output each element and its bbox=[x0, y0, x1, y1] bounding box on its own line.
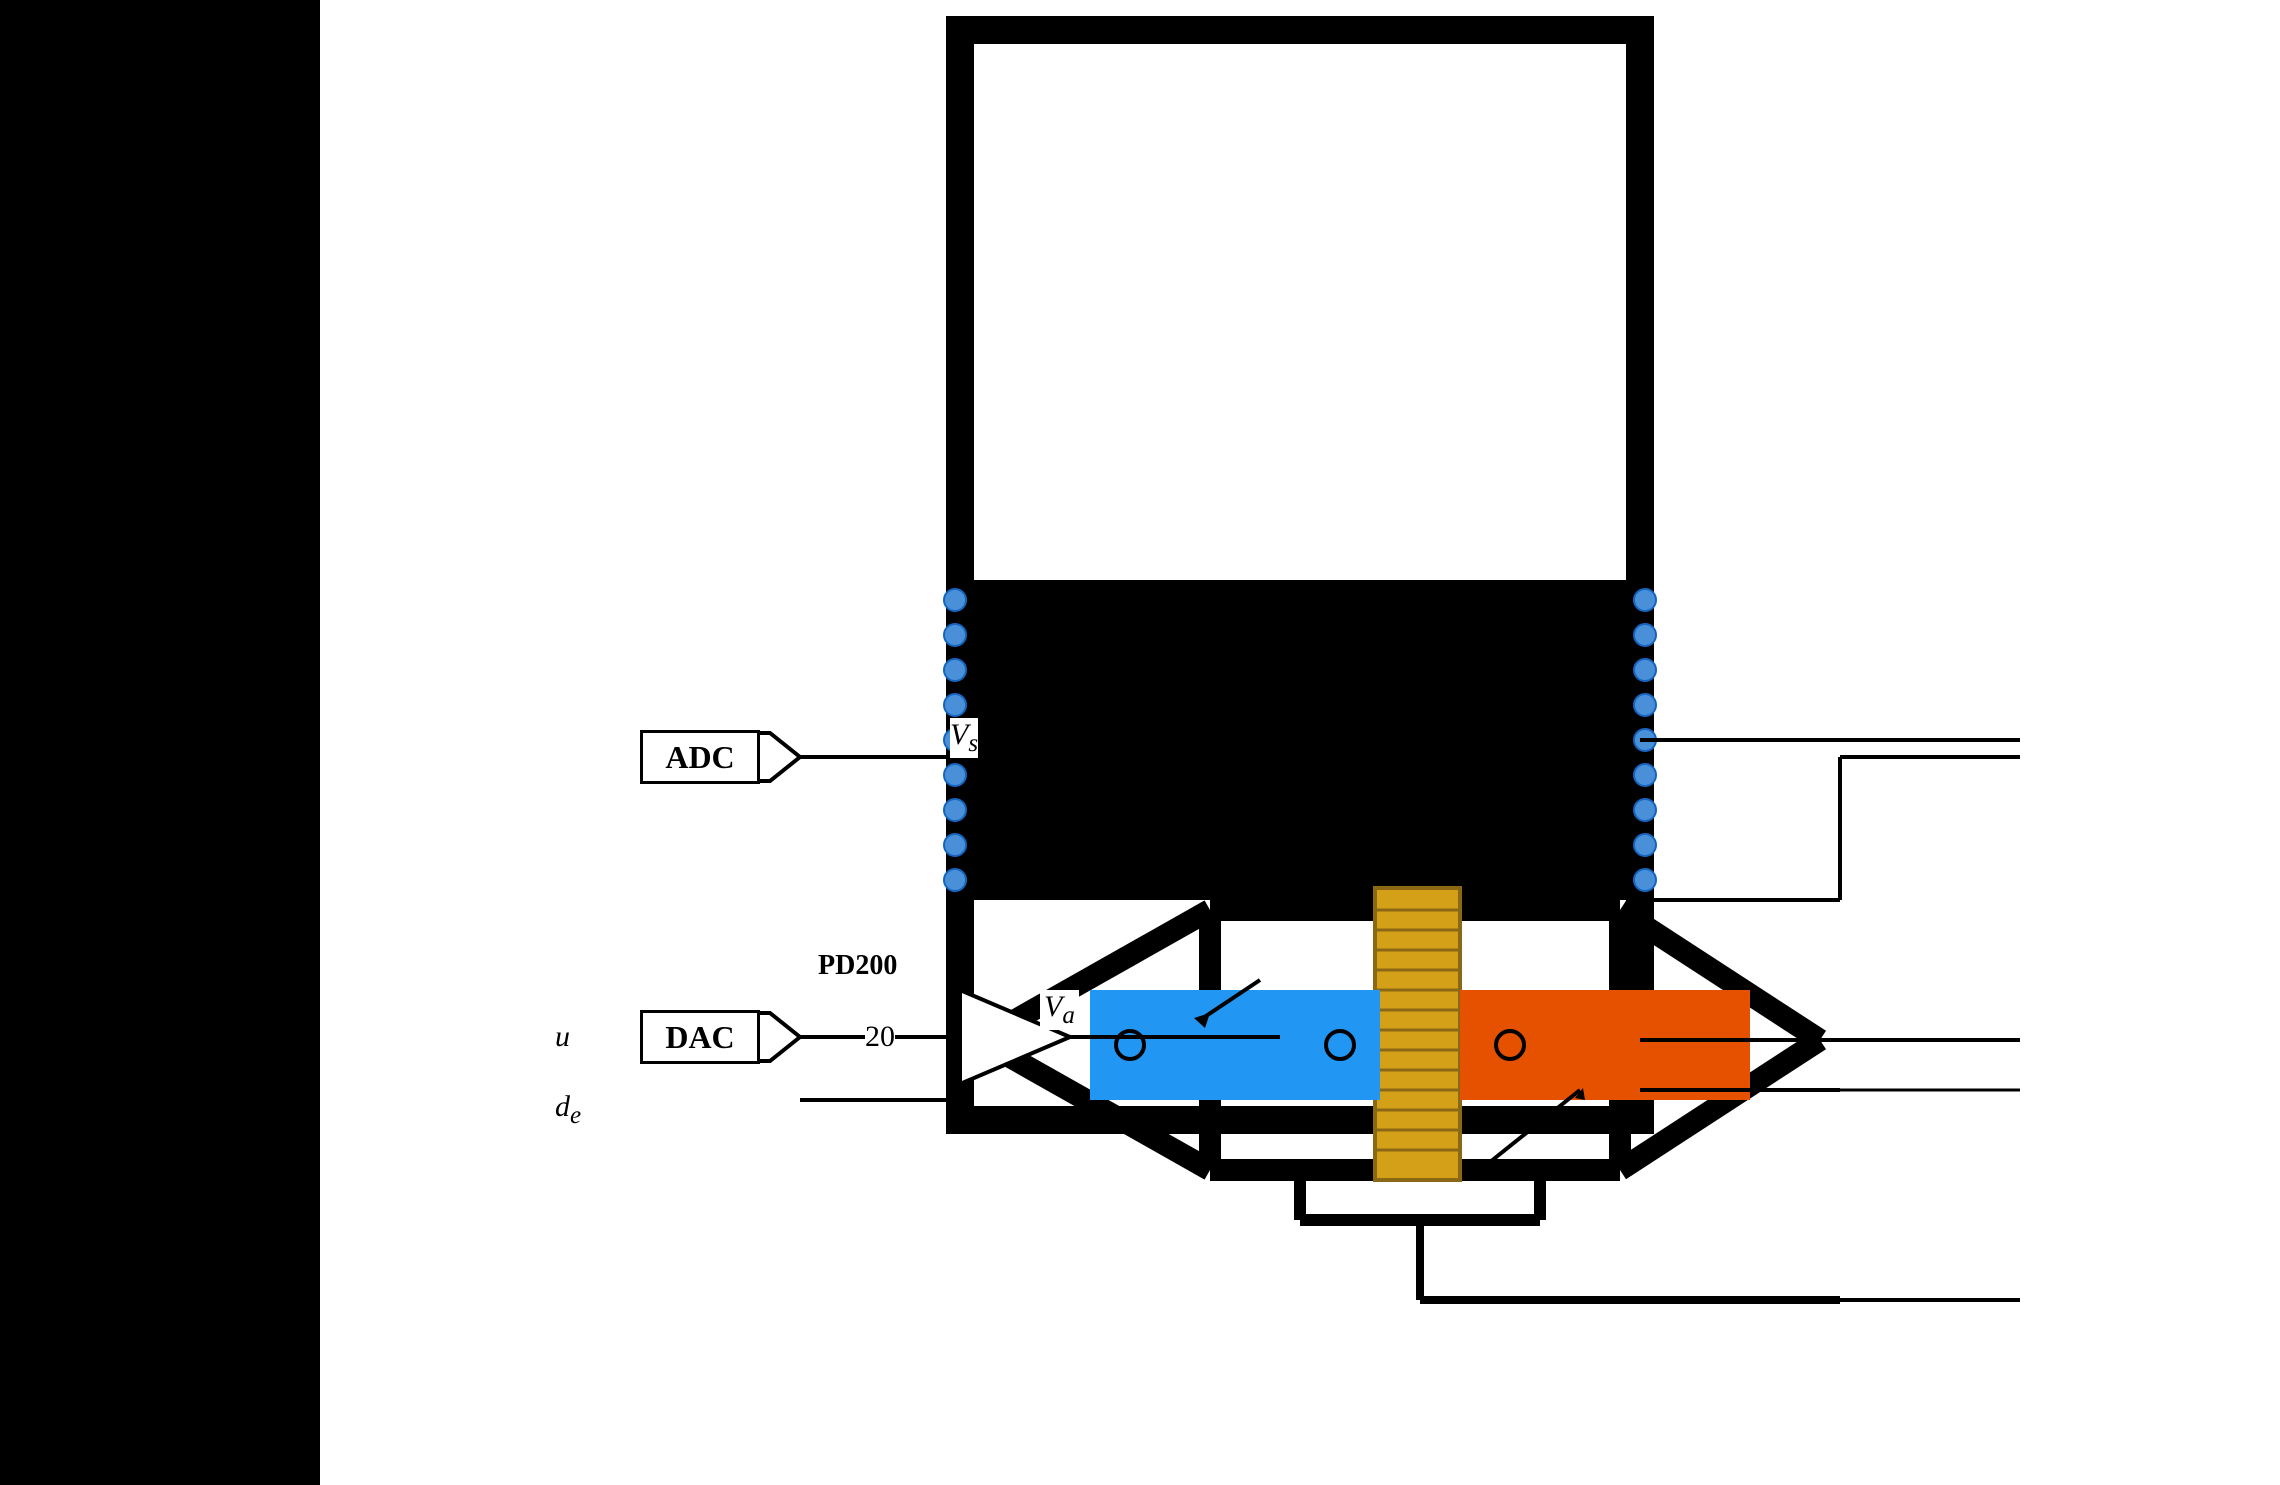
va-label: Va bbox=[1040, 990, 1079, 1030]
vs-label: Vs bbox=[950, 718, 978, 758]
adc-label: ADC bbox=[665, 739, 734, 776]
amp-gain-label: 20 bbox=[865, 1020, 895, 1054]
adc-box: ADC bbox=[640, 730, 760, 784]
dac-box: DAC bbox=[640, 1010, 760, 1064]
label-area: Air Bearing Sensor APA300ML Actuator Enc… bbox=[2020, 0, 2280, 1485]
dac-label: DAC bbox=[665, 1019, 734, 1056]
amp-name-label: PD200 bbox=[818, 950, 897, 982]
u-label: u bbox=[555, 1020, 570, 1054]
de-label: de bbox=[555, 1090, 581, 1130]
diagram-area: ADC DAC PD200 20 Vs Va u de bbox=[320, 0, 2020, 1485]
